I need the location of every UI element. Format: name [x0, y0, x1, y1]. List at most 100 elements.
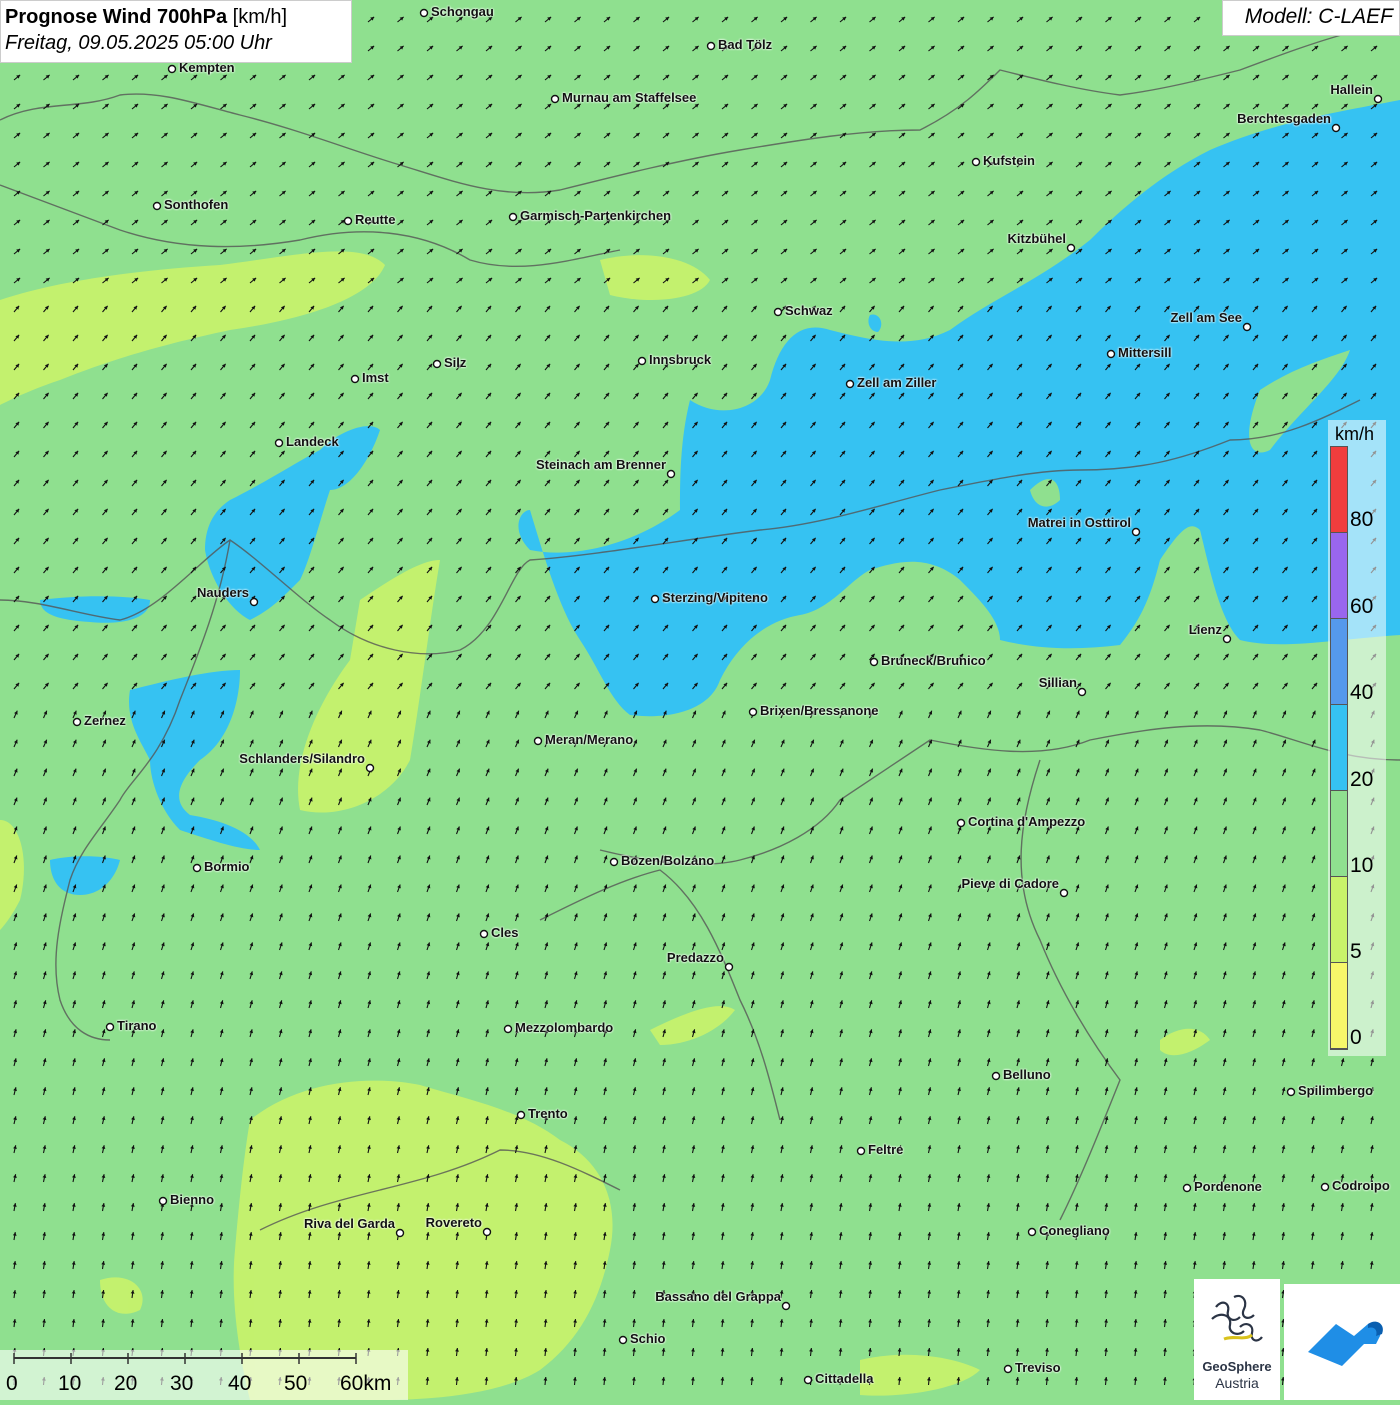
city-marker	[706, 41, 716, 51]
city-label: Bozen/Bolzano	[621, 853, 715, 868]
model-label: Modell: C-LAEF	[1222, 0, 1400, 36]
city-label: Sillian	[1038, 675, 1077, 690]
city-label: Reutte	[355, 212, 396, 227]
city-marker	[479, 929, 489, 939]
city-label: Rovereto	[425, 1215, 482, 1230]
city-marker	[1131, 527, 1141, 537]
title-panel: Prognose Wind 700hPa [km/h] Freitag, 09.…	[0, 0, 352, 63]
city-label: Matrei in Osttirol	[1027, 515, 1131, 530]
scale-label: 0	[6, 1372, 18, 1395]
city-marker	[482, 1227, 492, 1237]
city-label: Pordenone	[1194, 1179, 1262, 1194]
city-label: Feltre	[868, 1142, 904, 1157]
city-marker	[1066, 243, 1076, 253]
legend-tick-label: 10	[1350, 854, 1374, 877]
map-title: Prognose Wind 700hPa [km/h]	[5, 4, 347, 30]
city-label: Innsbruck	[649, 352, 712, 367]
city-marker	[1373, 94, 1383, 104]
city-marker	[1059, 888, 1069, 898]
city-label: Bormio	[204, 859, 250, 874]
city-label: Brixen/Bressanone	[760, 703, 879, 718]
geosphere-logo-subtext: Austria	[1215, 1375, 1259, 1391]
city-marker	[991, 1071, 1001, 1081]
city-label: Zell am Ziller	[857, 375, 937, 390]
city-marker	[956, 818, 966, 828]
city-marker	[167, 64, 177, 74]
city-label: Treviso	[1015, 1360, 1061, 1375]
city-label: Trento	[528, 1106, 568, 1121]
city-marker	[350, 374, 360, 384]
city-label: Imst	[362, 370, 389, 385]
scale-label: 60km	[340, 1372, 392, 1395]
city-label: Garmisch-Partenkirchen	[520, 208, 672, 223]
city-label: Sterzing/Vipiteno	[662, 590, 768, 605]
city-label: Predazzo	[666, 950, 724, 965]
city-label: Lienz	[1188, 622, 1222, 637]
city-label: Meran/Merano	[545, 732, 634, 747]
legend-tick-label: 60	[1350, 595, 1374, 618]
city-label: Riva del Garda	[303, 1216, 395, 1231]
city-marker	[158, 1196, 168, 1206]
city-marker	[1027, 1227, 1037, 1237]
city-label: Silz	[444, 355, 467, 370]
city-marker	[748, 707, 758, 717]
city-marker	[105, 1022, 115, 1032]
legend-color-segment	[1331, 963, 1347, 1049]
legend-color-segment	[1331, 619, 1347, 705]
city-marker	[533, 736, 543, 746]
scale-label: 40	[228, 1372, 252, 1395]
city-marker	[192, 863, 202, 873]
city-label: Bienno	[170, 1192, 215, 1207]
city-marker	[650, 594, 660, 604]
city-label: Tirano	[117, 1018, 157, 1033]
map-title-unit: [km/h]	[232, 6, 288, 28]
city-marker	[1222, 634, 1232, 644]
city-label: Schwaz	[785, 303, 833, 318]
city-label: Mittersill	[1118, 345, 1172, 360]
legend-tick-label: 0	[1350, 1026, 1362, 1049]
city-label: Landeck	[286, 434, 339, 449]
city-marker	[503, 1024, 513, 1034]
city-label: Schlanders/Silandro	[239, 751, 365, 766]
city-marker	[773, 307, 783, 317]
scale-label: 50	[284, 1372, 308, 1395]
city-marker	[1003, 1364, 1013, 1374]
scale-label: 20	[114, 1372, 138, 1395]
city-marker	[609, 857, 619, 867]
city-marker	[856, 1146, 866, 1156]
city-label: Kitzbühel	[1007, 231, 1067, 246]
city-label: Conegliano	[1039, 1223, 1110, 1238]
city-marker	[1182, 1183, 1192, 1193]
geosphere-logo-text: GeoSphere	[1202, 1359, 1272, 1374]
legend-tick-label: 80	[1350, 508, 1374, 531]
city-marker	[637, 356, 647, 366]
map-subtitle: Freitag, 09.05.2025 05:00 Uhr	[5, 32, 272, 54]
city-marker	[1286, 1087, 1296, 1097]
city-label: Mezzolombardo	[515, 1020, 614, 1035]
city-label: Bruneck/Brunico	[881, 653, 986, 668]
scale-label: 30	[170, 1372, 194, 1395]
legend-tick-label: 20	[1350, 768, 1374, 791]
city-marker	[395, 1228, 405, 1238]
legend-color-segment	[1331, 705, 1347, 791]
city-label: Zell am See	[1170, 310, 1242, 325]
legend-colorbar	[1330, 446, 1348, 1050]
city-marker	[845, 379, 855, 389]
city-marker	[618, 1335, 628, 1345]
city-marker	[249, 597, 259, 607]
city-label: Bassano del Grappa	[655, 1289, 781, 1304]
legend-tick-label: 5	[1350, 940, 1362, 963]
city-label: Steinach am Brenner	[535, 457, 666, 472]
city-label: Cles	[491, 925, 519, 940]
city-marker	[1077, 687, 1087, 697]
city-marker	[724, 962, 734, 972]
city-label: Nauders	[196, 585, 249, 600]
city-marker	[1331, 123, 1341, 133]
app-logo-icon	[1308, 1321, 1383, 1366]
city-label: Cittadella	[815, 1371, 874, 1386]
city-label: Bad Tölz	[718, 37, 773, 52]
legend-color-segment	[1331, 877, 1347, 963]
city-marker	[781, 1301, 791, 1311]
geosphere-logo: GeoSphere Austria	[1194, 1279, 1280, 1400]
city-marker	[72, 717, 82, 727]
